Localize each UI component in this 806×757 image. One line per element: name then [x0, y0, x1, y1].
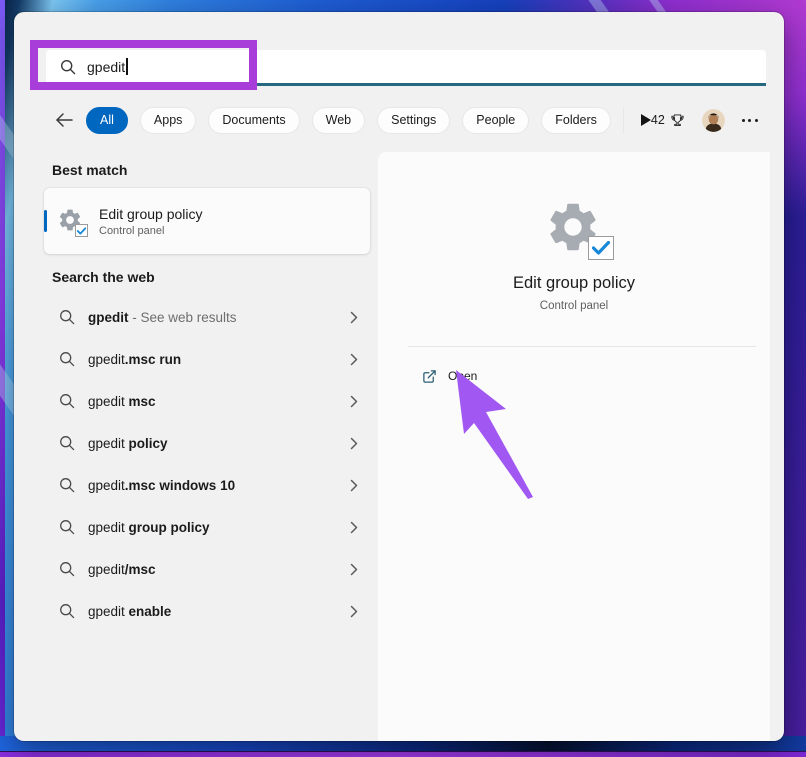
- search-flyout-window: gpedit All Apps Documents Web Settings People…: [14, 12, 784, 741]
- chevron-right-icon: [350, 437, 358, 449]
- filter-tab-documents[interactable]: Documents: [208, 106, 300, 134]
- filter-tab-web[interactable]: Web: [311, 106, 366, 134]
- chevron-right-icon: [350, 521, 358, 533]
- search-icon: [60, 394, 75, 409]
- web-suggestion-row[interactable]: gpedit group policy: [44, 506, 370, 548]
- web-suggestion-row[interactable]: gpedit.msc windows 10: [44, 464, 370, 506]
- checkmark-overlay-icon: [588, 236, 614, 260]
- rewards-trophy-icon: [671, 113, 684, 126]
- suggestion-text: gpedit - See web results: [88, 309, 237, 325]
- wallpaper-bottom-strip: [0, 751, 806, 757]
- detail-title: Edit group policy: [513, 274, 635, 292]
- web-suggestion-row[interactable]: gpedit/msc: [44, 548, 370, 590]
- detail-panel: Edit group policy Control panel Open: [378, 152, 770, 741]
- back-button[interactable]: [55, 112, 74, 128]
- chevron-right-icon: [350, 353, 358, 365]
- detail-subtitle: Control panel: [539, 300, 609, 312]
- selection-indicator: [44, 210, 47, 232]
- filter-tab-all[interactable]: All: [86, 106, 128, 134]
- best-match-subtitle: Control panel: [99, 224, 165, 237]
- chevron-right-icon: [350, 605, 358, 617]
- web-suggestion-row[interactable]: gpedit enable: [44, 590, 370, 632]
- web-suggestion-row[interactable]: gpedit.msc run: [44, 338, 370, 380]
- avatar-photo: [701, 108, 725, 132]
- filter-tab-settings[interactable]: Settings: [377, 106, 451, 134]
- arrow-left-icon: [56, 113, 73, 127]
- checkmark-overlay-icon: [75, 224, 88, 237]
- search-icon: [60, 310, 75, 325]
- toolbar-right-cluster: 42: [651, 108, 758, 132]
- divider: [408, 346, 756, 347]
- suggestion-text: gpedit/msc: [88, 561, 156, 577]
- search-icon: [60, 520, 75, 535]
- search-icon: [60, 562, 75, 577]
- user-avatar[interactable]: [701, 108, 725, 132]
- web-suggestion-row[interactable]: gpedit - See web results: [44, 296, 370, 338]
- web-suggestions-list: gpedit - See web results gpedit.msc run …: [44, 296, 370, 632]
- chevron-right-icon: [350, 479, 358, 491]
- filter-tabs: All Apps Documents Web Settings People Folders: [86, 106, 611, 134]
- search-icon: [60, 352, 75, 367]
- search-icon: [60, 478, 75, 493]
- external-link-icon: [423, 369, 436, 383]
- chevron-right-icon: [350, 395, 358, 407]
- annotation-arrow: [456, 370, 533, 499]
- suggestion-text: gpedit policy: [88, 435, 168, 451]
- filter-tab-cutoff[interactable]: [622, 106, 624, 134]
- search-icon: [60, 436, 75, 451]
- filter-tab-people[interactable]: People: [462, 106, 530, 134]
- rewards-badge[interactable]: 42: [651, 113, 685, 128]
- best-match-item[interactable]: Edit group policy Control panel: [44, 188, 370, 254]
- expand-filters-icon[interactable]: [640, 114, 651, 126]
- filter-bar: All Apps Documents Web Settings People Folders…: [14, 105, 784, 135]
- filter-tab-folders[interactable]: Folders: [541, 106, 611, 134]
- filter-tab-apps[interactable]: Apps: [139, 106, 197, 134]
- group-policy-gear-icon: [57, 207, 88, 237]
- desktop: gpedit All Apps Documents Web Settings People…: [0, 0, 806, 757]
- suggestion-text: gpedit.msc windows 10: [88, 477, 236, 493]
- suggestion-text: gpedit group policy: [88, 519, 210, 535]
- rewards-count: 42: [650, 113, 665, 127]
- detail-gear-icon: [544, 198, 614, 260]
- search-the-web-header: Search the web: [52, 269, 155, 285]
- suggestion-text: gpedit enable: [88, 603, 172, 619]
- search-icon: [60, 604, 75, 619]
- web-suggestion-row[interactable]: gpedit msc: [44, 380, 370, 422]
- suggestion-text: gpedit.msc run: [88, 351, 182, 367]
- best-match-header: Best match: [52, 162, 128, 178]
- more-options-button[interactable]: [741, 118, 758, 122]
- chevron-right-icon: [350, 311, 358, 323]
- web-suggestion-row[interactable]: gpedit policy: [44, 422, 370, 464]
- chevron-right-icon: [350, 563, 358, 575]
- annotation-highlight-box: [30, 40, 257, 90]
- best-match-title: Edit group policy: [99, 205, 203, 222]
- suggestion-text: gpedit msc: [88, 393, 156, 409]
